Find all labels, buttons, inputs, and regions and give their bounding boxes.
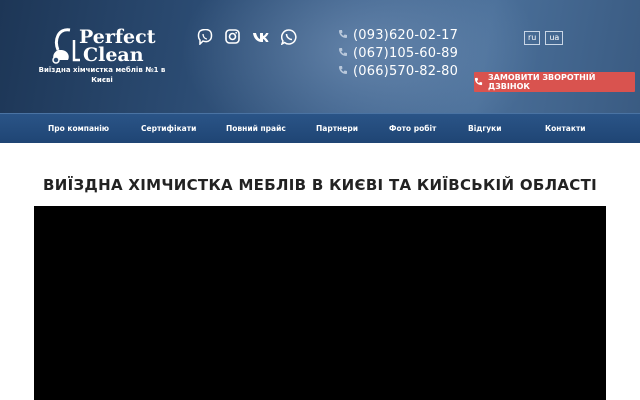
phone-item[interactable]: (093)620-02-17 [338,26,458,44]
logo-subtitle: Виїздна хімчистка меблів №1 в Києві [38,66,166,84]
callback-button[interactable]: ЗАМОВИТИ ЗВОРОТНІЙ ДЗВІНОК [474,72,635,92]
video-player[interactable] [34,206,606,400]
vk-icon[interactable] [252,28,269,45]
social-links [196,28,297,45]
nav-item-certificates[interactable]: Сертифікати [141,124,196,133]
phone-item[interactable]: (067)105-60-89 [338,44,458,62]
viber-icon[interactable] [196,28,213,45]
phone-item[interactable]: (066)570-82-80 [338,62,458,80]
nav-item-reviews[interactable]: Відгуки [468,124,502,133]
nav-item-photos[interactable]: Фото робіт [389,124,436,133]
language-switcher: ru ua [524,31,564,45]
page-title: ВИЇЗДНА ХІМЧИСТКА МЕБЛІВ В КИЄВІ ТА КИЇВ… [43,176,597,194]
nav-item-price[interactable]: Повний прайс [226,124,286,133]
phone-list: (093)620-02-17 (067)105-60-89 (066)570-8… [338,26,458,80]
whatsapp-icon[interactable] [280,28,297,45]
lang-ru[interactable]: ru [524,31,541,45]
site-logo[interactable]: Perfect Clean Виїздна хімчистка меблів №… [34,26,174,86]
vacuum-cleaner-icon [52,28,80,64]
phone-number: (066)570-82-80 [353,63,459,79]
main-nav: Про компанію Сертифікати Повний прайс Па… [0,113,640,143]
logo-title-line2: Clean [83,44,144,66]
site-header: Perfect Clean Виїздна хімчистка меблів №… [0,0,640,113]
phone-icon [338,46,353,61]
nav-item-about[interactable]: Про компанію [48,124,109,133]
instagram-icon[interactable] [224,28,241,45]
phone-number: (093)620-02-17 [353,27,459,43]
nav-item-contacts[interactable]: Контакти [545,124,586,133]
nav-item-partners[interactable]: Партнери [316,124,358,133]
logo-title: Perfect Clean [79,28,179,66]
phone-number: (067)105-60-89 [353,45,459,61]
phone-icon [338,28,353,43]
phone-icon [338,64,353,79]
lang-ua[interactable]: ua [545,31,564,45]
callback-button-label: ЗАМОВИТИ ЗВОРОТНІЙ ДЗВІНОК [488,73,596,91]
phone-icon [474,77,483,88]
